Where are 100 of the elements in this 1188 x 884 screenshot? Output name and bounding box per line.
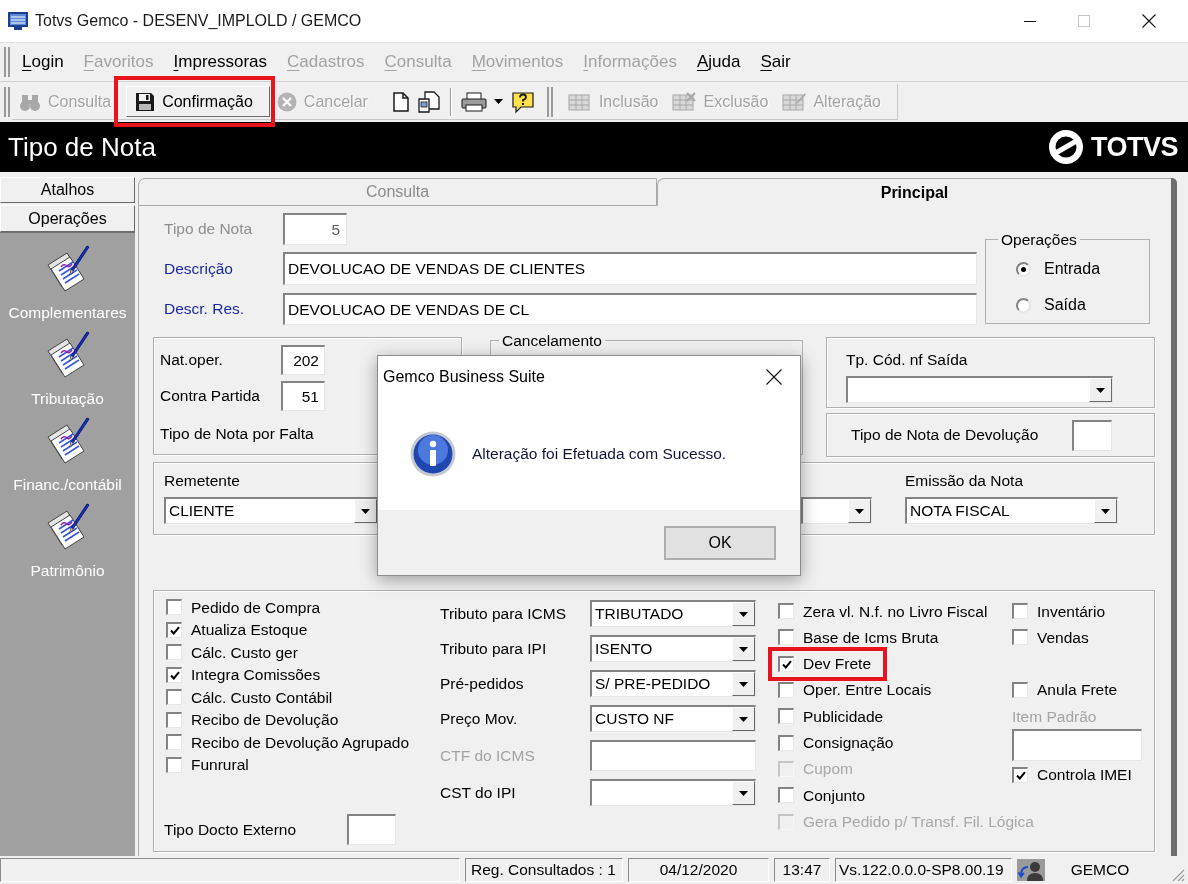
dropdown-field[interactable]: S/ PRE-PEDIDO	[590, 670, 756, 697]
checkbox-label: Vendas	[1037, 627, 1089, 648]
grip-handle[interactable]	[4, 87, 10, 117]
checkbox[interactable]	[1012, 766, 1028, 783]
checkbox-label: Pedido de Compra	[191, 597, 321, 618]
field-label: Remetente	[164, 470, 241, 491]
checkbox[interactable]	[1012, 682, 1028, 699]
checkbox-label: Funrural	[191, 755, 249, 776]
dropdown-field[interactable]: ISENTO	[590, 635, 756, 662]
checkbox-label: Base de Icms Bruta	[803, 627, 939, 648]
status-time: 13:47	[774, 858, 830, 882]
text-field[interactable]: 202	[281, 345, 325, 375]
checkbox[interactable]	[166, 644, 182, 661]
document-icon	[392, 91, 409, 112]
field-label: Preço Mov.	[440, 708, 519, 729]
menu-item[interactable]: Sair	[750, 47, 801, 77]
field-label: Tributo para IPI	[440, 638, 548, 659]
resize-grip-icon	[1171, 868, 1185, 882]
logo-text: TOTVS	[1090, 130, 1178, 164]
checkbox[interactable]	[166, 689, 182, 706]
dropdown-button[interactable]	[1094, 499, 1117, 523]
dropdown-field[interactable]	[801, 497, 872, 524]
dropdown-field[interactable]: NOTA FISCAL	[905, 497, 1118, 524]
text-field[interactable]	[590, 740, 756, 771]
checkbox-label: Gera Pedido p/ Transf. Fil. Lógica	[803, 811, 1034, 832]
status-version: Vs.122.0.0.0-SP8.00.19	[835, 858, 1012, 882]
field-label: Pré-pedidos	[440, 673, 525, 694]
checkbox-label: Zera vl. N.f. no Livro Fiscal	[803, 601, 988, 622]
text-field[interactable]: 51	[281, 381, 325, 411]
dropdown-button[interactable]	[732, 637, 755, 661]
dropdown-button[interactable]	[354, 499, 377, 523]
caret-down-icon	[739, 716, 748, 722]
field-label: Tp. Cód. nf Saída	[846, 350, 969, 370]
circle-x-icon	[276, 91, 297, 112]
dropdown-button[interactable]	[1089, 378, 1112, 403]
logo-icon	[1047, 129, 1084, 165]
checkbox[interactable]	[166, 711, 182, 728]
toolbar-button[interactable]: Confirmação	[126, 86, 270, 117]
dropdown-button[interactable]	[732, 602, 755, 626]
text-field[interactable]: DEVOLUCAO DE VENDAS DE CL	[283, 293, 977, 325]
menu-item[interactable]: Impressoras	[163, 47, 278, 77]
checkbox[interactable]	[166, 621, 182, 638]
field-label: Tipo Docto Externo	[164, 819, 298, 840]
dialog-title: Gemco Business Suite	[383, 366, 545, 387]
checkbox[interactable]	[778, 734, 794, 751]
close-icon	[766, 368, 782, 385]
caret-down-icon	[739, 790, 748, 796]
status-user: GEMCO	[1069, 860, 1131, 881]
checkbox-label: Cálc. Custo ger	[191, 642, 298, 663]
group-title: Cancelamento	[501, 331, 603, 351]
menu-item[interactable]: Ajuda	[686, 47, 751, 77]
checkbox[interactable]	[166, 599, 182, 616]
checkbox[interactable]	[166, 666, 182, 683]
field-label: Nat.oper.	[160, 350, 224, 371]
tab[interactable]: Principal	[657, 178, 1171, 206]
sidebar-section[interactable]: Atalhos	[0, 177, 135, 203]
dropdown-button[interactable]	[732, 672, 755, 696]
info-icon	[410, 430, 456, 477]
checkbox[interactable]	[778, 603, 794, 620]
dropdown-field[interactable]	[590, 779, 756, 806]
caret-down-icon	[739, 611, 748, 617]
checkbox-label: Oper. Entre Locais	[803, 680, 932, 701]
checkbox-label: Inventário	[1037, 601, 1106, 622]
dropdown-button[interactable]	[732, 781, 755, 805]
dropdown-button[interactable]	[732, 707, 755, 731]
documents-icon	[416, 90, 441, 113]
dropdown-button[interactable]	[848, 499, 871, 523]
checkbox-label: Cupom	[803, 759, 853, 780]
checkbox[interactable]	[166, 734, 182, 751]
text-field[interactable]: DEVOLUCAO DE VENDAS DE CLIENTES	[283, 252, 977, 285]
text-field[interactable]	[347, 814, 396, 845]
checkbox[interactable]	[778, 629, 794, 646]
dropdown-field[interactable]	[846, 376, 1113, 404]
checkbox[interactable]	[778, 655, 794, 672]
checkbox[interactable]	[1012, 603, 1028, 620]
dropdown-field[interactable]: CUSTO NF	[590, 705, 756, 732]
group-title: Operações	[1000, 230, 1078, 250]
checkbox[interactable]	[166, 756, 182, 773]
checkmark-icon	[1015, 770, 1026, 780]
table-x-icon	[672, 91, 697, 112]
dropdown-field[interactable]: CLIENTE	[164, 497, 378, 524]
text-field[interactable]	[1012, 729, 1142, 762]
field-label: Descrição	[164, 258, 234, 279]
caret-down-icon	[493, 99, 503, 104]
checkbox-label: Conjunto	[803, 785, 866, 806]
text-field[interactable]	[1072, 419, 1112, 451]
grip-handle[interactable]	[4, 47, 10, 77]
radio-button[interactable]	[1016, 297, 1031, 313]
checkbox[interactable]	[778, 682, 794, 699]
checkbox[interactable]	[1012, 629, 1028, 646]
checkmark-icon	[169, 625, 180, 635]
dialog-button[interactable]: OK	[664, 525, 776, 560]
checkbox-label: Atualiza Estoque	[191, 620, 308, 641]
radio-button[interactable]	[1016, 261, 1031, 277]
checkbox[interactable]	[778, 787, 794, 804]
checkbox[interactable]	[778, 708, 794, 725]
menu-item[interactable]: Login	[12, 47, 74, 77]
dropdown-field[interactable]: TRIBUTADO	[590, 600, 756, 627]
checkbox-label: Controla IMEI	[1037, 765, 1132, 785]
sidebar-section[interactable]: Operações	[0, 205, 135, 232]
